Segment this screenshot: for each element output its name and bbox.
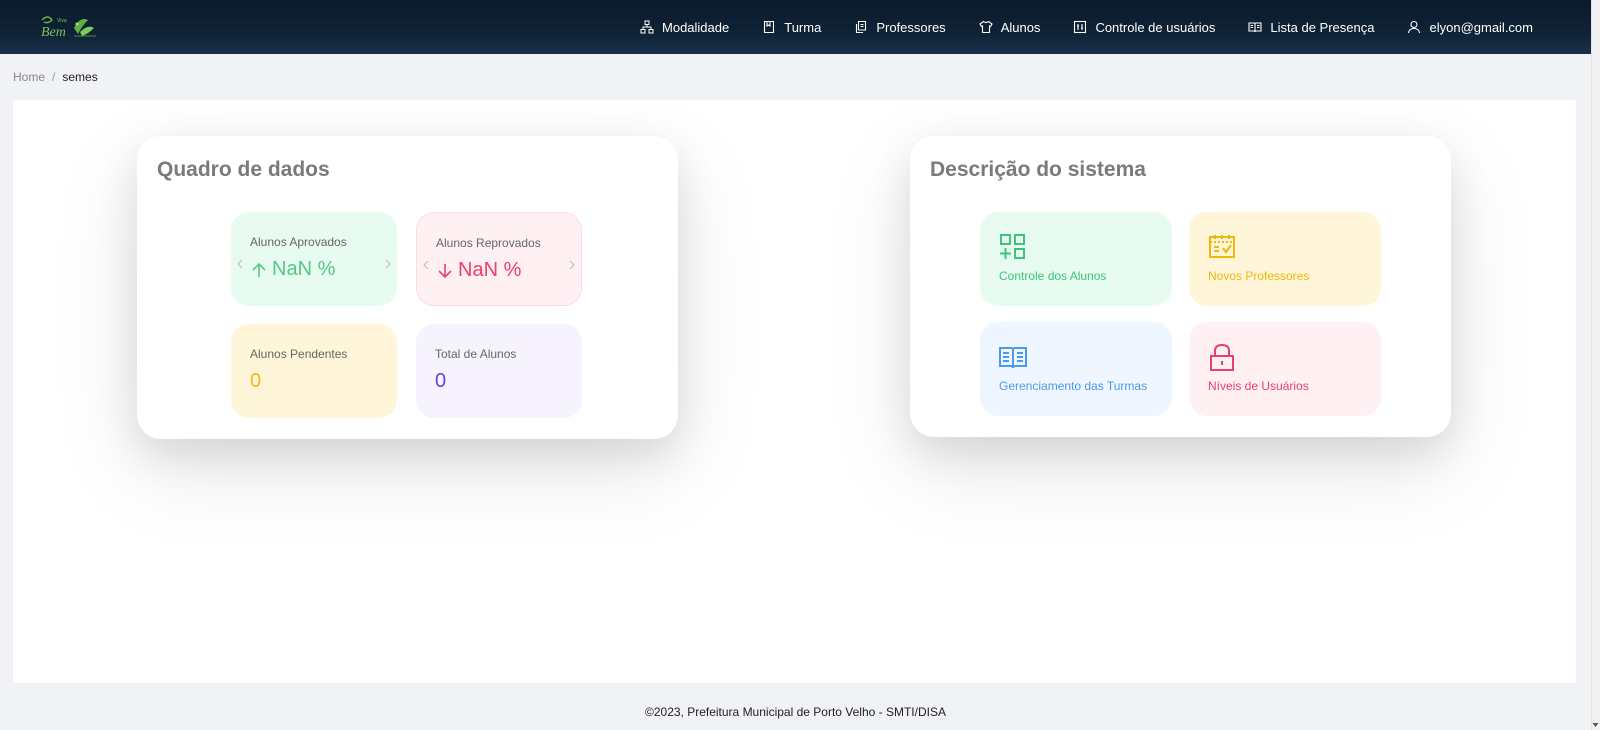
main-nav: Modalidade Turma Professores Alunos Cont… [607, 0, 1533, 54]
nav-lista-presenca[interactable]: Lista de Presença [1248, 20, 1374, 35]
data-board-card: Quadro de dados Alunos Aprovados NaN % A… [137, 136, 678, 439]
viva-bem-logo[interactable]: Bem Viva [38, 12, 98, 42]
chevron-left-icon[interactable] [422, 258, 430, 272]
nav-user-account[interactable]: elyon@gmail.com [1407, 20, 1533, 35]
feature-new-teachers[interactable]: Novos Professores [1189, 212, 1381, 306]
stat-value: NaN % [250, 258, 335, 281]
feature-label: Controle dos Alunos [999, 269, 1107, 283]
failed-percent: NaN % [458, 259, 522, 281]
sitemap-icon [640, 20, 654, 34]
system-description-card: Descrição do sistema Controle dos Alunos… [910, 136, 1451, 437]
nav-label: Lista de Presença [1270, 19, 1375, 35]
calendar-check-icon [1209, 235, 1235, 258]
failed-students-stat: Alunos Reprovados NaN % [416, 212, 582, 306]
breadcrumb: Home / semes [13, 70, 98, 84]
feature-class-management[interactable]: Gerenciamento das Turmas [980, 322, 1172, 416]
approved-percent: NaN % [272, 258, 336, 280]
control-panel-icon [1074, 20, 1087, 34]
stat-value: NaN % [436, 259, 521, 282]
nav-modalidade[interactable]: Modalidade [640, 20, 729, 35]
chevron-right-icon[interactable] [384, 257, 392, 271]
book-open-icon [999, 347, 1027, 369]
stat-label: Total de Alunos [435, 347, 517, 361]
scroll-down-arrow-icon[interactable] [1592, 722, 1599, 728]
nav-alunos[interactable]: Alunos [978, 19, 1041, 35]
documents-icon [856, 20, 867, 34]
nav-label: Alunos [1000, 19, 1041, 35]
chevron-left-icon[interactable] [236, 257, 244, 271]
stat-value: 0 [435, 370, 446, 393]
main-content: Quadro de dados Alunos Aprovados NaN % A… [13, 100, 1576, 683]
footer-copyright: ©2023, Prefeitura Municipal de Porto Vel… [645, 705, 946, 719]
approved-students-stat: Alunos Aprovados NaN % [231, 212, 397, 306]
top-navbar: Bem Viva Modalidade Turma Professores Al… [0, 0, 1591, 54]
open-book-icon [1248, 22, 1262, 33]
nav-label: Turma [784, 19, 822, 35]
nav-label: elyon@gmail.com [1429, 19, 1533, 35]
system-description-title: Descrição do sistema [930, 158, 1146, 181]
user-icon [1408, 20, 1421, 34]
nav-controle-usuarios[interactable]: Controle de usuários [1073, 20, 1215, 35]
total-count: 0 [435, 370, 447, 392]
total-students-stat: Total de Alunos 0 [416, 324, 582, 418]
feature-student-control[interactable]: Controle dos Alunos [980, 212, 1172, 306]
svg-text:Viva: Viva [57, 18, 67, 24]
breadcrumb-separator: / [52, 70, 56, 84]
lock-icon [1210, 343, 1234, 371]
breadcrumb-home[interactable]: Home [13, 70, 45, 84]
grid-add-icon [1000, 234, 1025, 259]
shirt-icon [978, 20, 993, 34]
nav-label: Controle de usuários [1095, 19, 1216, 35]
svg-text:Bem: Bem [41, 25, 66, 40]
arrow-down-icon [438, 263, 452, 278]
nav-label: Modalidade [662, 19, 730, 35]
stat-label: Alunos Pendentes [250, 347, 348, 361]
stat-label: Alunos Reprovados [436, 236, 541, 250]
nav-label: Professores [876, 19, 946, 35]
stat-value: 0 [250, 370, 261, 393]
stat-label: Alunos Aprovados [250, 235, 347, 249]
pending-students-stat: Alunos Pendentes 0 [231, 324, 397, 418]
feature-label: Gerenciamento das Turmas [999, 379, 1148, 393]
pending-count: 0 [250, 370, 262, 392]
breadcrumb-current: semes [62, 70, 98, 84]
feature-label: Níveis de Usuários [1208, 379, 1309, 393]
chevron-right-icon[interactable] [568, 258, 576, 272]
arrow-up-icon [252, 262, 266, 277]
feature-user-levels[interactable]: Níveis de Usuários [1189, 322, 1381, 416]
nav-professores[interactable]: Professores [854, 19, 946, 35]
page-scrollbar[interactable] [1591, 0, 1600, 730]
feature-label: Novos Professores [1208, 269, 1310, 283]
nav-turma[interactable]: Turma [762, 20, 821, 35]
book-icon [764, 20, 775, 34]
data-board-title: Quadro de dados [157, 158, 330, 181]
